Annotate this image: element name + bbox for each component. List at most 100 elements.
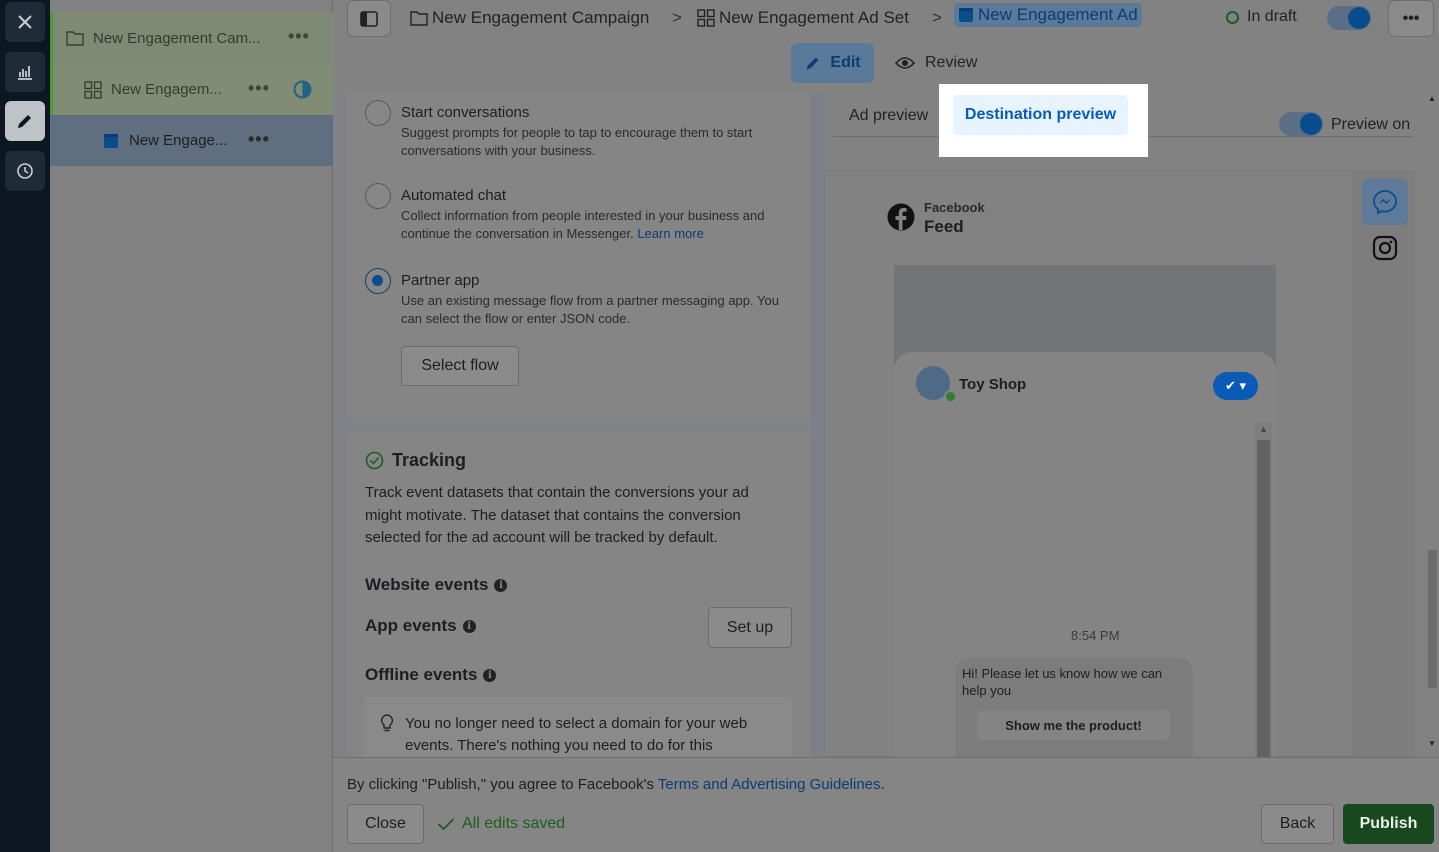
radio-automated-chat[interactable] [365, 183, 391, 209]
breadcrumb-label: New Engagement Ad Set [719, 8, 909, 27]
messenger-preview: Toy Shop ✔ ▾ ▲ 8:54 PM Hi! Please let us… [894, 352, 1276, 758]
select-flow-button[interactable]: Select flow [401, 346, 519, 386]
scroll-up-icon[interactable]: ▲ [1428, 94, 1436, 103]
scroll-up-icon[interactable]: ▲ [1259, 424, 1268, 434]
learn-more-link[interactable]: Learn more [637, 226, 703, 241]
breadcrumb-label: New Engagement Campaign [432, 8, 650, 27]
edit-mode-button[interactable] [5, 101, 45, 141]
more-options-button[interactable]: ••• [1388, 0, 1434, 37]
verified-dropdown[interactable]: ✔ ▾ [1213, 372, 1258, 400]
status-circle-icon [1226, 10, 1239, 24]
review-mode-tab[interactable]: Review [895, 43, 977, 83]
tab-destination-preview[interactable]: Destination preview [953, 95, 1128, 135]
website-events-label: Website events i [365, 575, 508, 595]
option-desc: Use an existing message flow from a part… [401, 293, 779, 326]
campaign-tree: New Engagement Cam... ••• New Engagem...… [50, 0, 333, 852]
chat-scrollbar[interactable]: ▲ [1255, 422, 1272, 758]
breadcrumb-separator: > [932, 8, 942, 27]
publish-agreement: By clicking "Publish," you agree to Face… [347, 776, 885, 793]
ad-more-icon[interactable]: ••• [248, 129, 270, 150]
option-title: Partner app [401, 272, 480, 289]
tip-text: You no longer need to select a domain fo… [405, 715, 748, 754]
breadcrumb-adset[interactable]: New Engagement Ad Set [697, 8, 909, 28]
offline-events-text: Offline events [365, 665, 478, 684]
preview-panel: Ad preview Facebook Feed Toy Shop ✔ ▾ ▲ … [824, 92, 1426, 758]
placement-switcher [1353, 171, 1415, 758]
reporting-button[interactable] [5, 52, 45, 92]
quick-reply-button[interactable]: Show me the product! [977, 710, 1170, 740]
page-scrollbar[interactable]: ▲ ▼ [1426, 92, 1439, 757]
scroll-down-icon[interactable]: ▼ [1428, 739, 1436, 748]
facebook-logo-icon [887, 203, 915, 236]
info-icon[interactable]: i [462, 619, 476, 633]
check-circle-icon [365, 451, 384, 470]
footer-bar: By clicking "Publish," you agree to Face… [333, 757, 1439, 852]
domain-tip: You no longer need to select a domain fo… [365, 697, 792, 757]
publish-button[interactable]: Publish [1343, 804, 1434, 844]
left-rail [0, 0, 50, 852]
phone-backdrop [894, 265, 1276, 365]
bar-chart-icon [18, 66, 32, 80]
lightbulb-icon [379, 713, 395, 738]
top-bar: New Engagement Campaign > New Engagement… [333, 0, 1439, 92]
eye-icon [895, 57, 915, 69]
option-title: Start conversations [401, 104, 530, 121]
breadcrumb-ad[interactable]: New Engagement Ad [954, 3, 1142, 27]
option-desc-text: Collect information from people interest… [401, 208, 765, 241]
status-label: In draft [1247, 8, 1297, 25]
radio-partner-app[interactable] [365, 268, 391, 294]
ad-icon [958, 7, 974, 23]
close-editor-button[interactable] [5, 2, 45, 42]
tracking-title: Tracking [365, 450, 466, 471]
messaging-card: Start conversations Suggest prompts for … [347, 92, 810, 418]
close-icon [18, 15, 32, 29]
history-button[interactable] [5, 151, 45, 191]
placement-label: Feed [924, 217, 964, 236]
instagram-icon [1372, 235, 1398, 261]
clock-icon [17, 163, 33, 179]
radio-start-conversations[interactable] [365, 100, 391, 126]
toggle-sidebar-button[interactable] [347, 0, 391, 37]
ad-icon [101, 131, 121, 151]
ad-active-toggle[interactable] [1327, 6, 1371, 30]
instagram-placement-button[interactable] [1372, 235, 1398, 266]
website-events-text: Website events [365, 575, 489, 594]
agreement-text: By clicking "Publish," you agree to Face… [347, 776, 658, 793]
review-label: Review [925, 54, 978, 71]
tab-ad-preview[interactable]: Ad preview [849, 107, 928, 125]
preview-frame: Facebook Feed Toy Shop ✔ ▾ ▲ 8:54 PM Hi!… [824, 170, 1415, 758]
edit-mode-tab[interactable]: Edit [791, 43, 874, 83]
message-time: 8:54 PM [1071, 628, 1120, 643]
pencil-icon [807, 57, 819, 70]
offline-events-label: Offline events i [365, 665, 497, 685]
terms-link[interactable]: Terms and Advertising Guidelines [658, 776, 881, 793]
edit-label: Edit [830, 54, 861, 71]
back-button[interactable]: Back [1261, 804, 1334, 844]
tree-item-ad[interactable]: New Engage... ••• [50, 115, 333, 166]
preview-on-label: Preview on [1331, 116, 1411, 133]
checkmark-icon: ✔ ▾ [1224, 378, 1247, 393]
option-title: Automated chat [401, 187, 507, 204]
messenger-placement-button[interactable] [1362, 179, 1408, 225]
info-icon[interactable]: i [483, 668, 497, 682]
info-icon[interactable]: i [494, 578, 508, 592]
save-status: All edits saved [437, 815, 565, 833]
setup-app-events-button[interactable]: Set up [708, 607, 792, 648]
breadcrumb-campaign[interactable]: New Engagement Campaign [410, 8, 649, 28]
close-button[interactable]: Close [347, 804, 424, 844]
main-panel: New Engagement Campaign > New Engagement… [333, 0, 1439, 852]
breadcrumb-separator: > [672, 8, 682, 27]
pencil-icon [18, 115, 31, 128]
tracking-title-text: Tracking [392, 450, 467, 470]
chat-bubble: Hi! Please let us know how we can help y… [955, 658, 1193, 758]
preview-on-toggle[interactable] [1279, 112, 1323, 136]
draft-status: In draft [1226, 8, 1297, 26]
ad-form: Start conversations Suggest prompts for … [347, 92, 810, 757]
breadcrumb-label: New Engagement Ad [978, 5, 1138, 24]
more-icon: ••• [1402, 9, 1420, 27]
option-desc: Suggest prompts for people to tap to enc… [401, 125, 753, 158]
column-divider [810, 92, 824, 757]
app-events-label: App events i [365, 616, 476, 636]
option-desc: Collect information from people interest… [401, 207, 796, 243]
online-indicator [944, 390, 957, 403]
